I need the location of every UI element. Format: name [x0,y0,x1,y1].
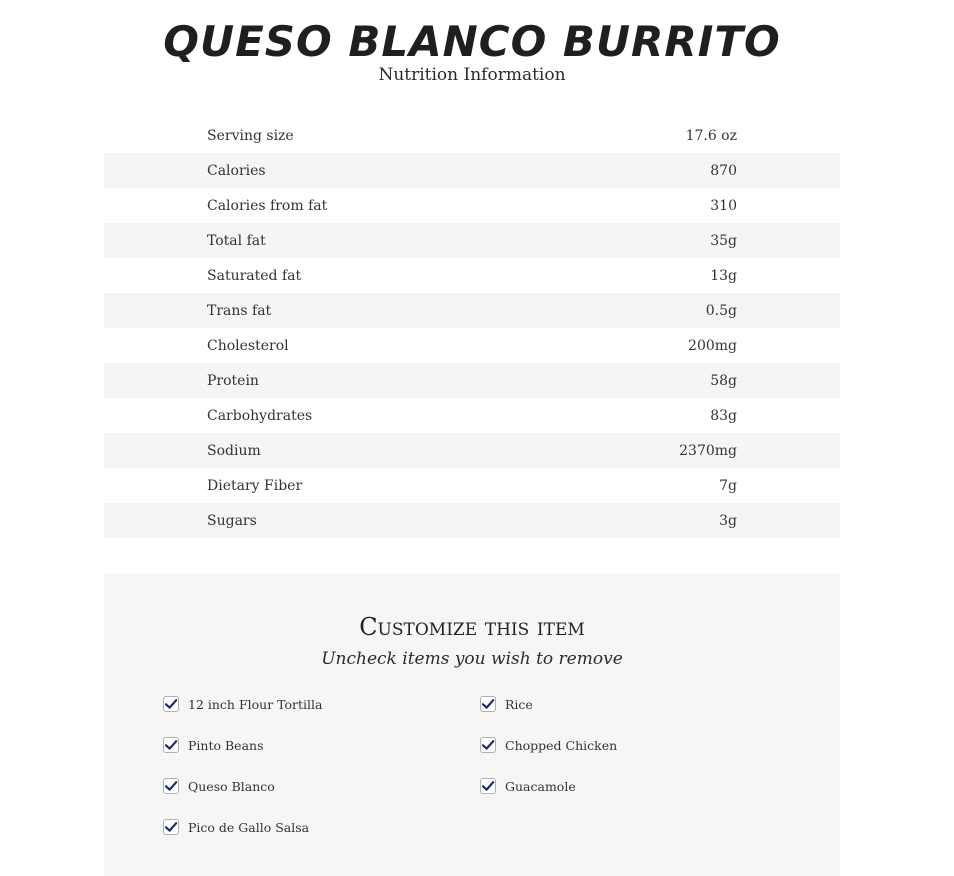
nutrition-label: Carbohydrates [207,407,313,424]
checkmark-icon [164,699,178,709]
nutrition-label: Trans fat [207,302,272,319]
nutrition-row: Calories from fat 310 [104,188,840,223]
nutrition-label: Sugars [207,512,257,529]
ingredient-label: Guacamole [505,778,576,794]
nutrition-value: 3g [719,512,737,529]
ingredient-checkbox[interactable] [163,737,179,753]
nutrition-value: 870 [710,162,737,179]
ingredient-option-chopped-chicken[interactable]: Chopped Chicken [480,735,617,755]
nutrition-label: Cholesterol [207,337,289,354]
ingredient-checkbox[interactable] [163,696,179,712]
nutrition-value: 310 [710,197,737,214]
page: QUESO BLANCO BURRITO Nutrition Informati… [0,0,954,876]
nutrition-value: 17.6 oz [685,127,737,144]
nutrition-label: Calories from fat [207,197,328,214]
nutrition-value: 83g [710,407,737,424]
nutrition-row: Total fat 35g [104,223,840,258]
nutrition-label: Protein [207,372,259,389]
nutrition-value: 13g [710,267,737,284]
nutrition-value: 58g [710,372,737,389]
checkmark-icon [164,740,178,750]
ingredient-option-queso-blanco[interactable]: Queso Blanco [163,776,275,796]
nutrition-value: 0.5g [705,302,737,319]
nutrition-table: Serving size 17.6 oz Calories 870 Calori… [104,118,840,538]
nutrition-label: Serving size [207,127,294,144]
nutrition-row: Sugars 3g [104,503,840,538]
ingredient-checkbox[interactable] [163,819,179,835]
customize-subtitle: Uncheck items you wish to remove [321,649,623,669]
nutrition-row: Serving size 17.6 oz [104,118,840,153]
ingredient-option-flour-tortilla[interactable]: 12 inch Flour Tortilla [163,694,323,714]
nutrition-row: Trans fat 0.5g [104,293,840,328]
nutrition-label: Sodium [207,442,261,459]
ingredient-checkbox[interactable] [480,737,496,753]
checkmark-icon [481,740,495,750]
ingredient-label: Pinto Beans [188,737,264,753]
checkmark-icon [481,781,495,791]
ingredient-checkbox[interactable] [480,778,496,794]
ingredient-label: Pico de Gallo Salsa [188,819,310,835]
nutrition-row: Carbohydrates 83g [104,398,840,433]
ingredient-label: Chopped Chicken [505,737,618,753]
checkmark-icon [164,781,178,791]
nutrition-heading: Nutrition Information [378,65,566,85]
nutrition-value: 7g [719,477,737,494]
customize-title: Customize this item [359,613,585,641]
ingredient-option-rice[interactable]: Rice [480,694,533,714]
ingredient-option-pico-de-gallo[interactable]: Pico de Gallo Salsa [163,817,309,837]
ingredient-label: Queso Blanco [188,778,275,794]
nutrition-row: Saturated fat 13g [104,258,840,293]
nutrition-label: Total fat [207,232,266,249]
nutrition-row: Cholesterol 200mg [104,328,840,363]
nutrition-row: Sodium 2370mg [104,433,840,468]
ingredient-label: 12 inch Flour Tortilla [188,696,323,712]
product-title: QUESO BLANCO BURRITO [163,17,781,66]
nutrition-label: Saturated fat [207,267,302,284]
nutrition-row: Protein 58g [104,363,840,398]
nutrition-label: Calories [207,162,266,179]
checkmark-icon [481,699,495,709]
ingredient-label: Rice [505,696,533,712]
nutrition-value: 200mg [688,337,737,354]
ingredient-option-pinto-beans[interactable]: Pinto Beans [163,735,263,755]
ingredient-checkbox[interactable] [480,696,496,712]
checkmark-icon [164,822,178,832]
customize-panel: Customize this item Uncheck items you wi… [104,573,840,876]
ingredient-checkbox[interactable] [163,778,179,794]
nutrition-value: 35g [710,232,737,249]
nutrition-row: Dietary Fiber 7g [104,468,840,503]
nutrition-label: Dietary Fiber [207,477,303,494]
nutrition-row: Calories 870 [104,153,840,188]
nutrition-value: 2370mg [679,442,737,459]
ingredient-option-guacamole[interactable]: Guacamole [480,776,576,796]
